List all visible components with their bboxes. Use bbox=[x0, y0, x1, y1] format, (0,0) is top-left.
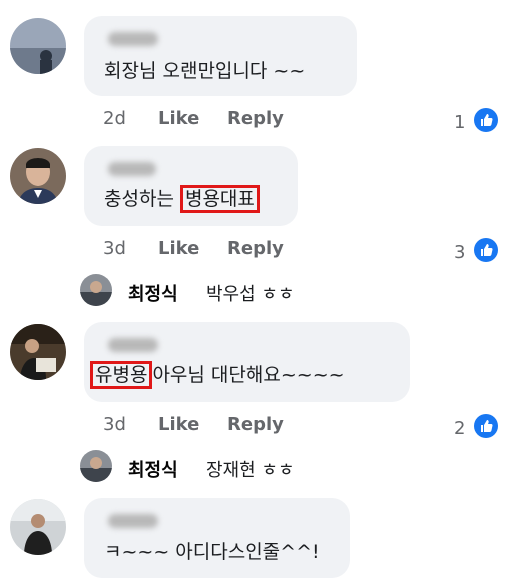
comment-text: 충성하는 병용대표 bbox=[104, 185, 260, 213]
reply-author-name[interactable]: 최정식 bbox=[128, 280, 178, 306]
reply-preview-text: 박우섭 ㅎㅎ bbox=[206, 284, 295, 305]
reply-button[interactable]: Reply bbox=[227, 414, 284, 435]
comment-text: 유병용 아우님 대단해요~~~~ bbox=[90, 361, 345, 389]
reply-button[interactable]: Reply bbox=[227, 108, 284, 129]
commenter-avatar[interactable] bbox=[10, 499, 66, 555]
reply-preview[interactable]: 최정식 박우섭 ㅎㅎ bbox=[80, 272, 380, 308]
like-button[interactable]: Like bbox=[158, 108, 199, 129]
highlighted-name: 병용대표 bbox=[179, 185, 260, 213]
like-reaction-icon[interactable] bbox=[474, 414, 498, 438]
comment-text: 회장님 오랜만입니다 ~~ bbox=[104, 60, 306, 82]
commenter-avatar[interactable] bbox=[10, 148, 66, 204]
like-reaction-icon[interactable] bbox=[474, 238, 498, 262]
comment-time[interactable]: 2d bbox=[103, 108, 126, 129]
highlighted-name: 유병용 bbox=[90, 361, 153, 389]
like-button[interactable]: Like bbox=[158, 238, 199, 259]
like-reaction-icon[interactable] bbox=[474, 108, 498, 132]
comment-text-plain: 충성하는 bbox=[104, 188, 180, 210]
reply-preview[interactable]: 최정식 장재현 ㅎㅎ bbox=[80, 448, 380, 484]
commenter-name-redacted bbox=[108, 32, 158, 46]
reply-author-name[interactable]: 최정식 bbox=[128, 456, 178, 482]
reaction-count[interactable]: 2 bbox=[454, 418, 465, 439]
reply-author-avatar[interactable] bbox=[80, 274, 112, 306]
reaction-count[interactable]: 3 bbox=[454, 242, 465, 263]
commenter-name-redacted bbox=[108, 338, 158, 352]
reply-preview-text: 장재현 ㅎㅎ bbox=[206, 460, 295, 481]
commenter-name-redacted bbox=[108, 162, 156, 176]
comment-bubble bbox=[84, 498, 350, 578]
reaction-count[interactable]: 1 bbox=[454, 112, 465, 133]
like-button[interactable]: Like bbox=[158, 414, 199, 435]
reply-author-avatar[interactable] bbox=[80, 450, 112, 482]
comment-time[interactable]: 3d bbox=[103, 238, 126, 259]
commenter-name-redacted bbox=[108, 514, 158, 528]
comment-text: ㅋ~~~ 아디다스인줄^^! bbox=[104, 541, 320, 563]
commenter-avatar[interactable] bbox=[10, 18, 66, 74]
comment-text-plain: 아우님 대단해요~~~~ bbox=[152, 364, 345, 386]
comment-time[interactable]: 3d bbox=[103, 414, 126, 435]
comment-bubble bbox=[84, 16, 357, 96]
commenter-avatar[interactable] bbox=[10, 324, 66, 380]
reply-button[interactable]: Reply bbox=[227, 238, 284, 259]
